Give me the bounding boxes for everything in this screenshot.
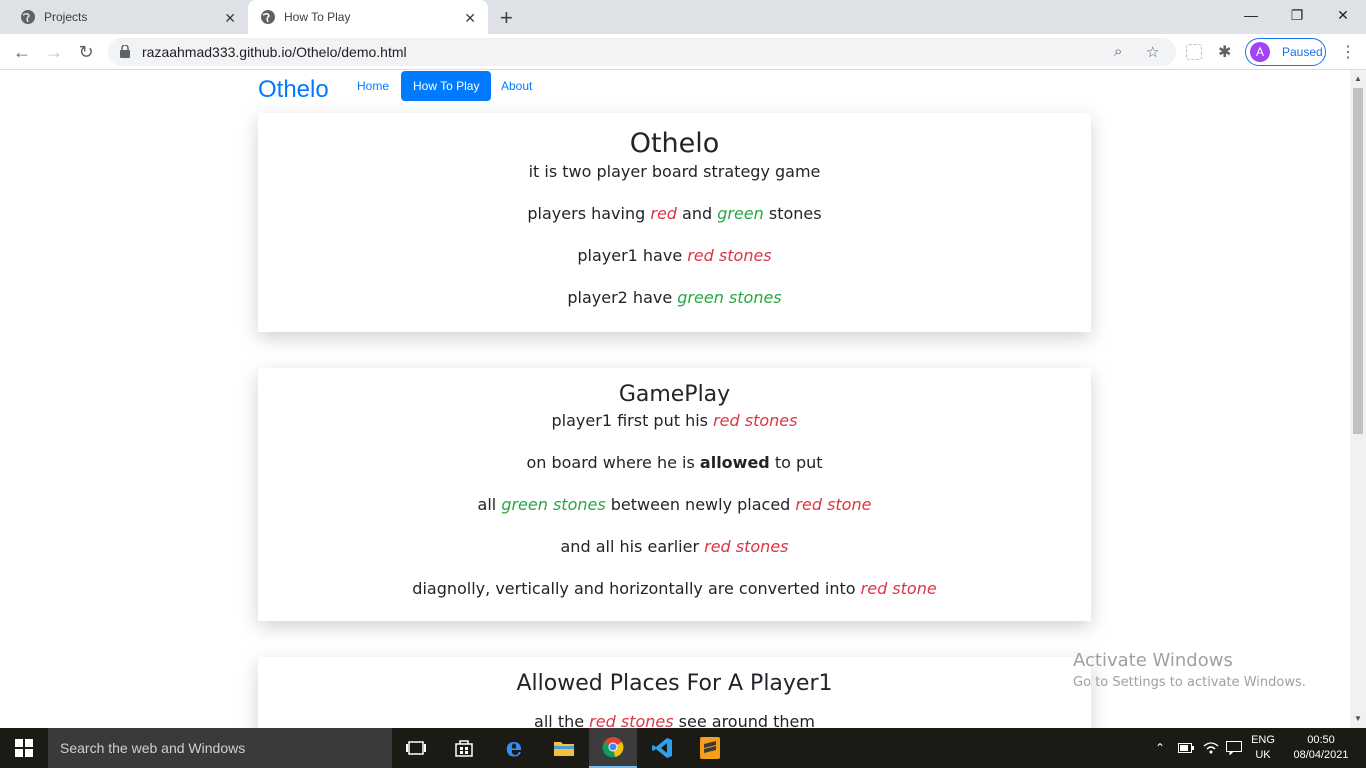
scroll-down-icon[interactable]: ▼: [1354, 714, 1362, 723]
back-button[interactable]: ←: [10, 41, 34, 63]
action-center-icon[interactable]: [1226, 728, 1242, 768]
edge-icon[interactable]: e: [490, 728, 538, 768]
close-window-button[interactable]: ✕: [1320, 0, 1366, 30]
intro-line: player1 have red stones: [577, 246, 772, 265]
new-tab-button[interactable]: +: [500, 5, 513, 31]
wifi-icon[interactable]: [1203, 728, 1219, 768]
tab-title: Projects: [44, 10, 88, 24]
sublime-text-icon[interactable]: [686, 728, 734, 768]
globe-icon: [261, 10, 275, 24]
tray-chevron-icon[interactable]: ⌃: [1155, 728, 1165, 768]
lock-icon: [120, 45, 130, 58]
restore-button[interactable]: ❐: [1274, 0, 1320, 30]
extension-icon[interactable]: [1186, 44, 1202, 60]
minimize-button[interactable]: —: [1228, 0, 1274, 30]
menu-kebab-icon[interactable]: ⋮: [1340, 42, 1356, 62]
chrome-icon[interactable]: [589, 728, 637, 768]
gameplay-line: player1 first put his red stones: [551, 411, 798, 430]
allowed-line: all the red stones see around them: [534, 712, 815, 728]
gameplay-title: GamePlay: [618, 382, 731, 407]
battery-icon[interactable]: [1178, 728, 1194, 768]
tab-how-to-play[interactable]: How To Play ✕: [248, 0, 488, 34]
avatar: A: [1250, 42, 1270, 62]
page-viewport: Othelo Home How To Play About Othelo it …: [0, 70, 1350, 728]
intro-title: Othelo: [629, 128, 720, 159]
allowed-title: Allowed Places For A Player1: [516, 671, 833, 696]
vscode-icon[interactable]: [638, 728, 686, 768]
watermark-subtitle: Go to Settings to activate Windows.: [1073, 675, 1306, 690]
windows-taskbar: Search the web and Windows e ⌃ ENG UK 00…: [0, 728, 1366, 768]
tab-strip: Projects ✕ How To Play ✕ + — ❐ ✕: [0, 0, 1366, 34]
scroll-thumb[interactable]: [1353, 88, 1363, 434]
zoom-icon[interactable]: ⌕: [1114, 43, 1122, 60]
address-bar[interactable]: razaahmad333.github.io/Othelo/demo.html …: [108, 38, 1176, 66]
gameplay-line: all green stones between newly placed re…: [477, 495, 872, 514]
store-icon[interactable]: [440, 728, 488, 768]
page-scrollbar[interactable]: ▲ ▼: [1350, 70, 1366, 728]
gameplay-line: and all his earlier red stones: [560, 537, 789, 556]
gameplay-card: GamePlay player1 first put his red stone…: [258, 368, 1091, 621]
site-brand[interactable]: Othelo: [258, 76, 329, 104]
nav-home[interactable]: Home: [357, 71, 389, 101]
taskbar-search[interactable]: Search the web and Windows: [48, 728, 392, 768]
intro-line: players having red and green stones: [527, 204, 822, 223]
file-explorer-icon[interactable]: [540, 728, 588, 768]
browser-toolbar: ← → ↻ razaahmad333.github.io/Othelo/demo…: [0, 34, 1366, 70]
globe-icon: [21, 10, 35, 24]
intro-card: Othelo it is two player board strategy g…: [258, 113, 1091, 332]
nav-how-to-play[interactable]: How To Play: [401, 71, 492, 101]
bookmark-star-icon[interactable]: ☆: [1146, 43, 1159, 61]
allowed-places-card: Allowed Places For A Player1 all the red…: [258, 657, 1091, 728]
language-indicator[interactable]: ENG UK: [1248, 733, 1278, 763]
scroll-up-icon[interactable]: ▲: [1354, 74, 1362, 83]
intro-line: player2 have green stones: [567, 288, 782, 307]
url-text: razaahmad333.github.io/Othelo/demo.html: [142, 44, 407, 60]
extensions-puzzle-icon[interactable]: ✱: [1218, 42, 1231, 62]
forward-button[interactable]: →: [42, 41, 66, 63]
profile-button[interactable]: A Paused: [1245, 38, 1326, 66]
start-button[interactable]: [0, 728, 48, 768]
reload-button[interactable]: ↻: [74, 41, 98, 63]
gameplay-line: diagnolly, vertically and horizontally a…: [412, 579, 937, 598]
close-tab-icon[interactable]: ✕: [224, 10, 236, 27]
task-view-icon[interactable]: [392, 728, 440, 768]
nav-about[interactable]: About: [501, 71, 532, 101]
watermark-title: Activate Windows: [1073, 650, 1233, 671]
gameplay-line: on board where he is allowed to put: [526, 453, 823, 472]
clock[interactable]: 00:50 08/04/2021: [1286, 733, 1356, 763]
activate-windows-watermark: Activate Windows Go to Settings to activ…: [1073, 650, 1306, 690]
windows-logo-icon: [15, 739, 33, 757]
intro-line: it is two player board strategy game: [528, 162, 821, 181]
tab-title: How To Play: [284, 10, 351, 24]
tab-projects[interactable]: Projects ✕: [8, 0, 248, 34]
close-tab-icon[interactable]: ✕: [464, 10, 476, 27]
profile-status: Paused: [1282, 45, 1323, 59]
